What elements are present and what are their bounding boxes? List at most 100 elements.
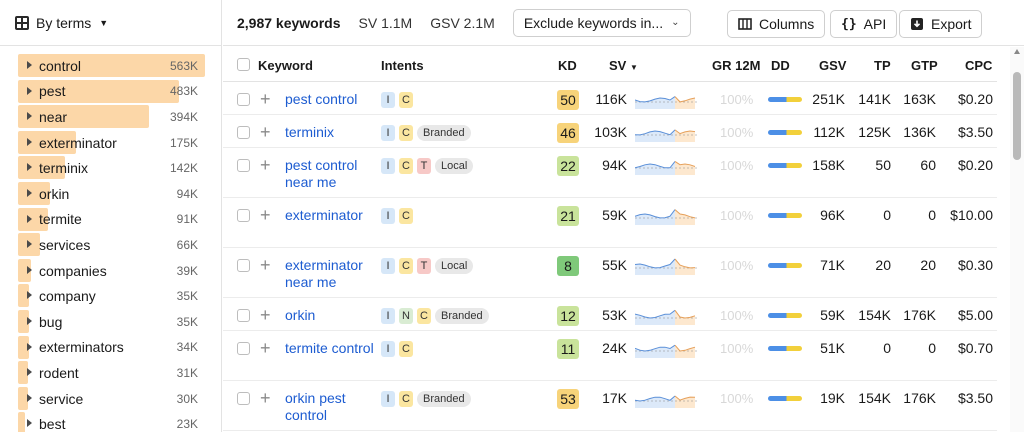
col-dd[interactable]: DD [771, 58, 790, 73]
keyword-link[interactable]: exterminator near me [285, 257, 377, 291]
sv-value: 59K [602, 207, 627, 223]
group-by-dropdown[interactable]: By terms ▼ [14, 15, 108, 31]
keyword-link[interactable]: orkin [285, 307, 377, 324]
expand-arrow-icon[interactable] [27, 163, 32, 172]
term-item[interactable]: exterminators 34K [0, 335, 222, 361]
col-kd[interactable]: KD [558, 58, 577, 73]
intent-chip: I [381, 92, 395, 108]
row-checkbox[interactable] [237, 126, 250, 139]
term-item[interactable]: company 35K [0, 283, 222, 309]
braces-icon: {} [841, 16, 857, 32]
col-gtp[interactable]: GTP [911, 58, 938, 73]
growth-value: 100% [720, 258, 754, 273]
term-count: 35K [176, 314, 198, 329]
term-item[interactable]: orkin 94K [0, 181, 222, 207]
sv-value: 94K [602, 157, 627, 173]
term-item[interactable]: termite 91K [0, 207, 222, 233]
add-keyword-icon[interactable]: + [260, 90, 271, 108]
exclude-keywords-dropdown[interactable]: Exclude keywords in... ⌄ [512, 8, 691, 37]
term-label: exterminators [39, 339, 124, 356]
tp-value: 154K [858, 307, 891, 323]
col-tp[interactable]: TP [874, 58, 891, 73]
term-item[interactable]: companies 39K [0, 258, 222, 284]
term-item[interactable]: exterminator 175K [0, 130, 222, 156]
col-gsv[interactable]: GSV [819, 58, 846, 73]
expand-arrow-icon[interactable] [27, 419, 32, 428]
term-item[interactable]: bug 35K [0, 309, 222, 335]
col-sv[interactable]: SV ▼ [609, 58, 638, 73]
intent-chip: C [399, 341, 413, 357]
term-count: 39K [176, 263, 198, 278]
term-item[interactable]: rodent 31K [0, 360, 222, 386]
term-item[interactable]: terminix 142K [0, 155, 222, 181]
scroll-up-arrow-icon[interactable] [1014, 49, 1020, 54]
export-button[interactable]: Export [899, 10, 983, 38]
keyword-link[interactable]: termite control [285, 340, 377, 357]
keyword-link[interactable]: exterminator [285, 207, 377, 224]
add-keyword-icon[interactable]: + [260, 306, 271, 324]
term-label: exterminator [39, 134, 117, 151]
expand-arrow-icon[interactable] [27, 393, 32, 402]
expand-arrow-icon[interactable] [27, 214, 32, 223]
row-checkbox[interactable] [237, 392, 250, 405]
col-intents[interactable]: Intents [381, 58, 424, 73]
add-keyword-icon[interactable]: + [260, 256, 271, 274]
expand-arrow-icon[interactable] [27, 368, 32, 377]
kd-badge: 11 [557, 339, 579, 359]
term-item[interactable]: pest 483K [0, 79, 222, 105]
expand-arrow-icon[interactable] [27, 188, 32, 197]
col-cpc[interactable]: CPC [965, 58, 992, 73]
term-count: 35K [176, 289, 198, 304]
expand-arrow-icon[interactable] [27, 265, 32, 274]
row-checkbox[interactable] [237, 259, 250, 272]
scrollbar-thumb[interactable] [1013, 72, 1021, 160]
add-keyword-icon[interactable]: + [260, 389, 271, 407]
tp-value: 0 [883, 207, 891, 223]
col-keyword[interactable]: Keyword [258, 58, 313, 73]
term-item[interactable]: service 30K [0, 386, 222, 412]
term-item[interactable]: best 23K [0, 411, 222, 432]
add-keyword-icon[interactable]: + [260, 339, 271, 357]
gtp-value: 136K [903, 124, 936, 140]
add-keyword-icon[interactable]: + [260, 206, 271, 224]
expand-arrow-icon[interactable] [27, 240, 32, 249]
row-checkbox[interactable] [237, 159, 250, 172]
keyword-link[interactable]: pest control [285, 91, 377, 108]
expand-arrow-icon[interactable] [27, 61, 32, 69]
keyword-link[interactable]: orkin pest control [285, 390, 377, 424]
columns-button[interactable]: Columns [727, 10, 826, 38]
term-item[interactable]: services 66K [0, 232, 222, 258]
table-row: + orkin pest control I C Branded 53 17K 100% 19K… [223, 381, 997, 431]
dd-bar [768, 130, 802, 135]
expand-arrow-icon[interactable] [27, 316, 32, 325]
keywords-table: Keyword Intents KD SV ▼ GR 12M DD GSV TP… [223, 47, 997, 431]
kd-badge: 12 [557, 306, 579, 326]
term-label: service [39, 390, 84, 407]
row-checkbox[interactable] [237, 209, 250, 222]
col-gr[interactable]: GR 12M [712, 58, 760, 73]
intent-chips: I C Branded [381, 391, 471, 407]
intent-chips: IC [381, 208, 413, 224]
expand-arrow-icon[interactable] [27, 291, 32, 300]
gtp-value: 0 [928, 207, 936, 223]
keyword-link[interactable]: terminix [285, 124, 377, 141]
row-checkbox[interactable] [237, 93, 250, 106]
intent-chip: C [399, 208, 413, 224]
keyword-link[interactable]: pest control near me [285, 157, 377, 191]
expand-arrow-icon[interactable] [27, 112, 32, 121]
cpc-value: $3.50 [957, 124, 993, 140]
add-keyword-icon[interactable]: + [260, 156, 271, 174]
select-all-checkbox[interactable] [237, 58, 250, 71]
row-checkbox[interactable] [237, 342, 250, 355]
row-checkbox[interactable] [237, 309, 250, 322]
expand-arrow-icon[interactable] [27, 342, 32, 351]
term-count: 31K [176, 365, 198, 380]
term-item[interactable]: control 563K [0, 53, 222, 79]
sv-value: 53K [602, 307, 627, 323]
expand-arrow-icon[interactable] [27, 137, 32, 146]
api-button[interactable]: {} API [830, 10, 898, 38]
term-item[interactable]: near 394K [0, 104, 222, 130]
add-keyword-icon[interactable]: + [260, 123, 271, 141]
expand-arrow-icon[interactable] [27, 86, 32, 95]
kd-badge: 8 [557, 256, 579, 276]
